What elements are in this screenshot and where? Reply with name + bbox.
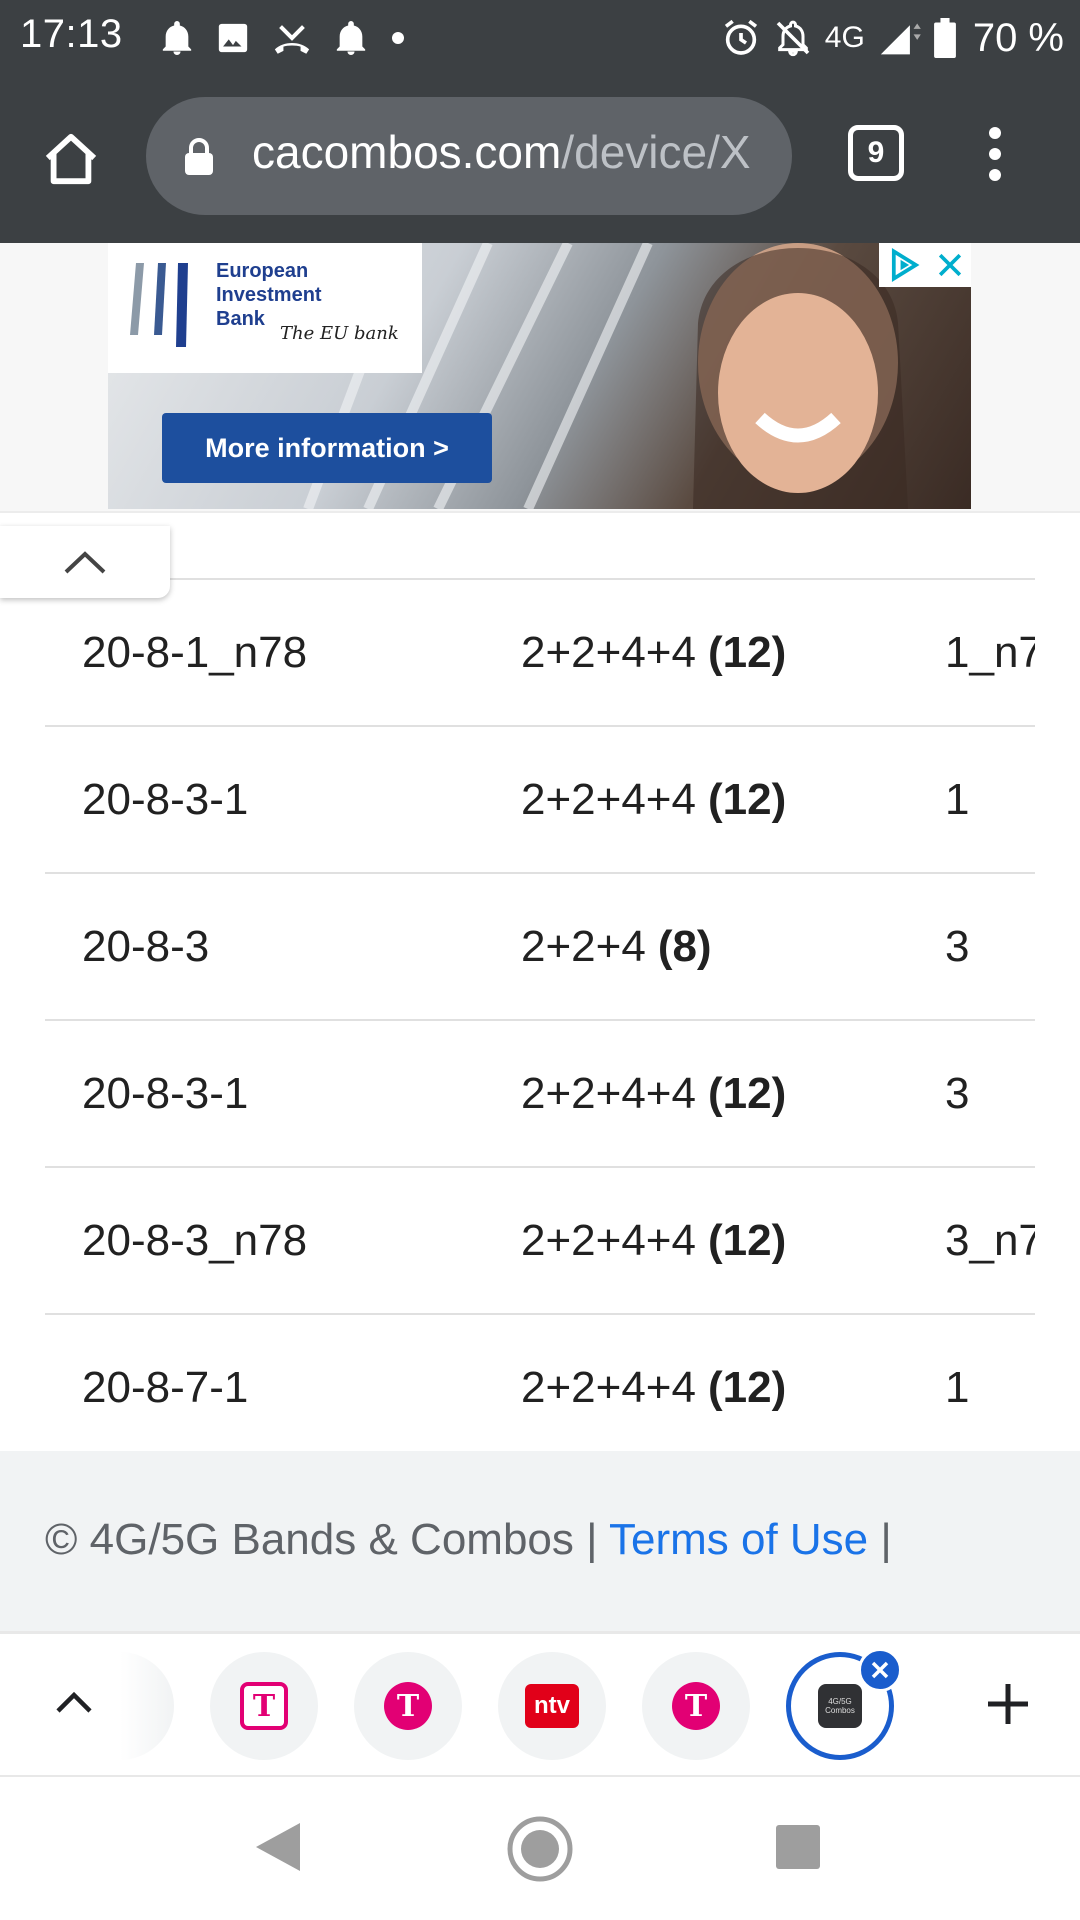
mute-icon [776,20,810,57]
combo-cell: 20-8-3-1 [82,1068,249,1118]
tab-strip: T T ntv T 4G/5G Combos [0,1631,1080,1777]
close-icon [871,1661,889,1679]
chevron-up-icon [56,1691,92,1713]
notification-bell-icon [162,21,192,55]
tab-telekom[interactable]: T [354,1652,462,1760]
menu-dot-icon [989,169,1001,181]
combos-favicon-icon: 4G/5G Combos [818,1684,862,1728]
notification-bell-icon [336,21,366,55]
address-bar[interactable]: cacombos.com/device/X [146,97,792,215]
back-icon[interactable] [252,1819,304,1875]
battery-icon [933,18,956,58]
mimo-cell: 2+2+4+4 (12) [521,1068,787,1118]
adchoices-panel[interactable] [879,243,971,287]
table-row: 20-8-3-1 2+2+4+4 (12) 1 [45,727,1035,874]
more-information-button[interactable]: More information > [162,413,492,483]
close-tab-button[interactable] [858,1648,902,1692]
lock-icon [185,138,213,175]
telekom-favicon-icon: T [240,1682,288,1730]
url-text: cacombos.com/device/X [252,125,751,179]
menu-dot-icon [989,148,1001,160]
eib-logo-icon [130,263,188,347]
recent-apps-icon[interactable] [776,1825,820,1869]
home-icon [45,133,97,185]
combo-cell: 20-8-1_n78 [82,627,308,677]
ntv-favicon-icon: ntv [525,1684,579,1728]
page-footer: © 4G/5G Bands & Combos | Terms of Use | [0,1451,1080,1631]
mimo-cell: 2+2+4+4 (12) [521,627,787,677]
table-row: 20-8-3 2+2+4 (8) 3 [45,874,1035,1021]
table-row: 20-8-3_n78 2+2+4+4 (12) 3_n7 [45,1168,1035,1315]
signal-icon [880,23,921,55]
footer-separator: | [880,1515,892,1564]
mimo-cell: 2+2+4 (8) [521,921,712,971]
system-nav-bar [0,1777,1080,1920]
status-bar: 17:13 4G 70 % [0,0,1080,75]
next-cell: 1 [945,774,970,824]
eib-name-line: Investment [216,284,322,306]
tab-telekom[interactable]: T [642,1652,750,1760]
home-nav-icon[interactable] [506,1815,574,1883]
tab-count: 9 [867,136,885,169]
terms-of-use-link[interactable]: Terms of Use [609,1515,868,1564]
next-cell: 3_n7 [945,1215,1035,1265]
menu-dot-icon [989,127,1001,139]
ad-container: European Investment Bank The EU bank Mor… [0,243,1080,511]
image-icon [218,23,248,53]
url-host: cacombos.com [252,126,562,178]
combo-cell: 20-8-3 [82,921,210,971]
combo-cell: 20-8-3-1 [82,774,249,824]
plus-icon [988,1684,1028,1724]
ad-tagline: The EU bank [280,323,399,344]
table-row: 20-8-1_n78 2+2+4+4 (12) 1_n7 [45,580,1035,727]
adchoices-icon[interactable] [887,248,921,282]
copyright-text: © 4G/5G Bands & Combos | [45,1515,598,1564]
next-cell: 3 [945,921,970,971]
table-row: 20-8-3-1 2+2+4+4 (12) 3 [45,1021,1035,1168]
tab-partial[interactable] [120,1652,174,1760]
tab-telekom[interactable]: T [210,1652,318,1760]
battery-percent: 70 % [972,15,1064,60]
combo-cell: 20-8-3_n78 [82,1215,308,1265]
url-path: /device/X [561,126,751,178]
new-tab-button[interactable] [978,1674,1038,1734]
tab-switcher-button[interactable]: 9 [848,125,904,181]
table-row: 20-8-7-1 2+2+4+4 (12) 1 [45,1315,1035,1451]
telekom-favicon-icon: T [384,1682,432,1730]
home-button[interactable] [38,125,104,191]
alarm-icon [724,19,757,55]
dot-icon [392,32,404,44]
next-cell: 1_n7 [945,627,1035,677]
close-ad-icon[interactable] [936,251,964,279]
tab-ntv[interactable]: ntv [498,1652,606,1760]
combo-cell: 20-8-7-1 [82,1362,249,1412]
network-type: 4G [824,21,865,54]
browser-toolbar: cacombos.com/device/X 9 [0,75,1080,243]
collapse-ad-button[interactable] [0,526,170,598]
mimo-cell: 2+2+4+4 (12) [521,774,787,824]
mimo-cell: 2+2+4+4 (12) [521,1215,787,1265]
chevron-up-icon [64,551,106,574]
next-cell: 3 [945,1068,970,1118]
status-time: 17:13 [20,12,123,56]
overflow-menu-button[interactable] [980,121,1010,187]
eib-name-line: European [216,260,309,282]
mimo-cell: 2+2+4+4 (12) [521,1362,787,1412]
eib-logo-panel: European Investment Bank The EU bank [108,243,422,373]
combos-table: 20-8-1_n78 2+2+4+4 (12) 1_n7 20-8-3-1 2+2… [0,511,1080,1451]
next-cell: 1 [945,1362,970,1412]
expand-tabs-button[interactable] [44,1672,104,1732]
ad-banner[interactable]: European Investment Bank The EU bank Mor… [108,243,971,509]
missed-call-icon [274,25,310,54]
telekom-favicon-icon: T [672,1682,720,1730]
